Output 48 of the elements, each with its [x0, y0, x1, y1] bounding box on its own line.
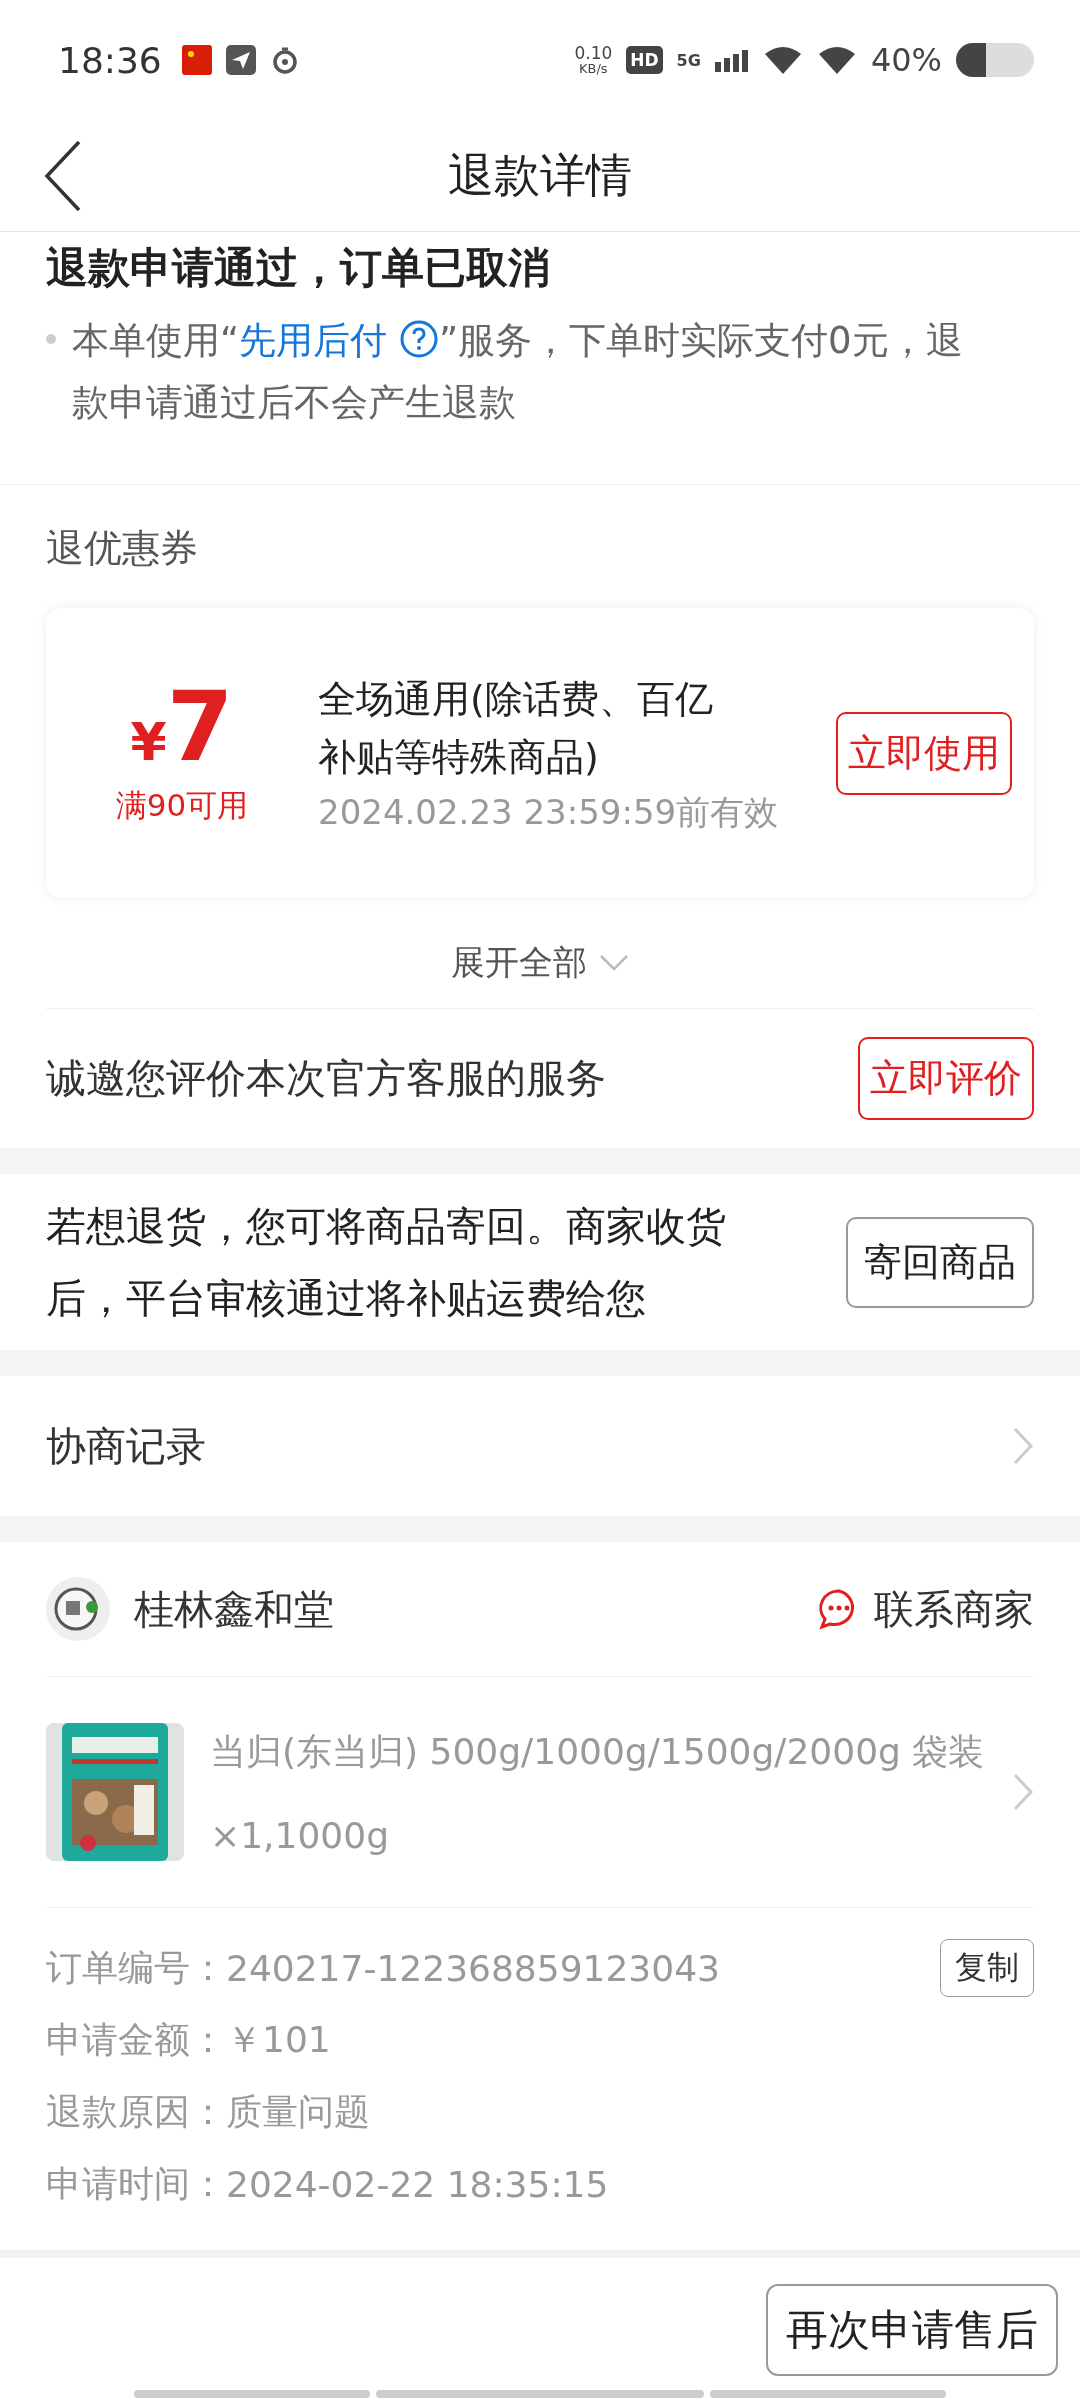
return-hint: 若想退货，您可将商品寄回。商家收货后，平台审核通过将补贴运费给您 [46, 1202, 727, 1323]
chevron-right-icon [1012, 1772, 1034, 1812]
rate-now-button[interactable]: 立即评价 [858, 1037, 1034, 1120]
clock: 18:36 [58, 39, 162, 81]
send-icon [225, 45, 256, 75]
wifi-icon [762, 44, 803, 76]
currency-symbol: ¥ [130, 716, 167, 768]
network-speed: 0.10 [574, 45, 613, 62]
contact-seller-button[interactable]: 联系商家 [818, 1581, 1034, 1637]
coupon-validity: 2024.02.23 23:59:59前有效 [318, 791, 780, 834]
hd-badge: HD [626, 46, 663, 74]
use-now-button[interactable]: 立即使用 [836, 711, 1012, 795]
help-icon[interactable] [398, 319, 439, 359]
info-label: 订单编号： [46, 1945, 226, 1990]
product-title: 当归(东当归) 500g/1000g/1500g/2000g 袋装 [210, 1730, 986, 1774]
chevron-right-icon [1012, 1426, 1034, 1466]
wifi-icon [816, 44, 857, 76]
info-value: 2024-02-22 18:35:15 [226, 2163, 610, 2205]
info-value: 240217-122368859123043 [226, 1947, 721, 1989]
speed-unit: KB/s [579, 62, 608, 75]
signal-icon [714, 48, 749, 72]
coupon-description: 全场通用(除话费、百亿补贴等特殊商品) [318, 676, 714, 781]
bullet-dot [46, 334, 56, 344]
flag-icon [181, 45, 212, 75]
negotiation-row[interactable]: 协商记录 [46, 1376, 1034, 1516]
battery-percent: 40% [870, 41, 942, 79]
coupon-amount: 7 [166, 679, 234, 775]
page-title: 退款详情 [448, 146, 632, 204]
chevron-down-icon [599, 954, 629, 972]
battery-icon [956, 43, 1034, 77]
pay-later-link[interactable]: 先用后付 [239, 319, 439, 362]
info-value: ￥101 [226, 2017, 332, 2062]
rating-prompt: 诚邀您评价本次官方客服的服务 [46, 1054, 606, 1103]
shop-name: 桂林鑫和堂 [134, 1584, 334, 1634]
coupon-condition: 满90可用 [115, 786, 249, 825]
info-label: 申请时间： [46, 2161, 226, 2206]
reapply-button[interactable]: 再次申请售后 [766, 2284, 1058, 2376]
info-label: 退款原因： [46, 2089, 226, 2134]
expand-all-button[interactable]: 展开全部 [439, 928, 641, 998]
section-title: 退优惠券 [46, 525, 199, 572]
status-heading: 退款申请通过，订单已取消 [46, 242, 550, 294]
product-quantity: ×1,1000g [210, 1815, 390, 1856]
info-label: 申请金额： [46, 2017, 226, 2062]
network-type: 5G [676, 50, 701, 70]
info-value: 质量问题 [226, 2089, 371, 2134]
notice-text: 本单使用“先用后付 ”服务，下单时实际支付0元，退款申请通过后不会产生退款 [72, 318, 964, 426]
copy-button[interactable]: 复制 [940, 1939, 1034, 1997]
send-back-button[interactable]: 寄回商品 [846, 1216, 1034, 1308]
